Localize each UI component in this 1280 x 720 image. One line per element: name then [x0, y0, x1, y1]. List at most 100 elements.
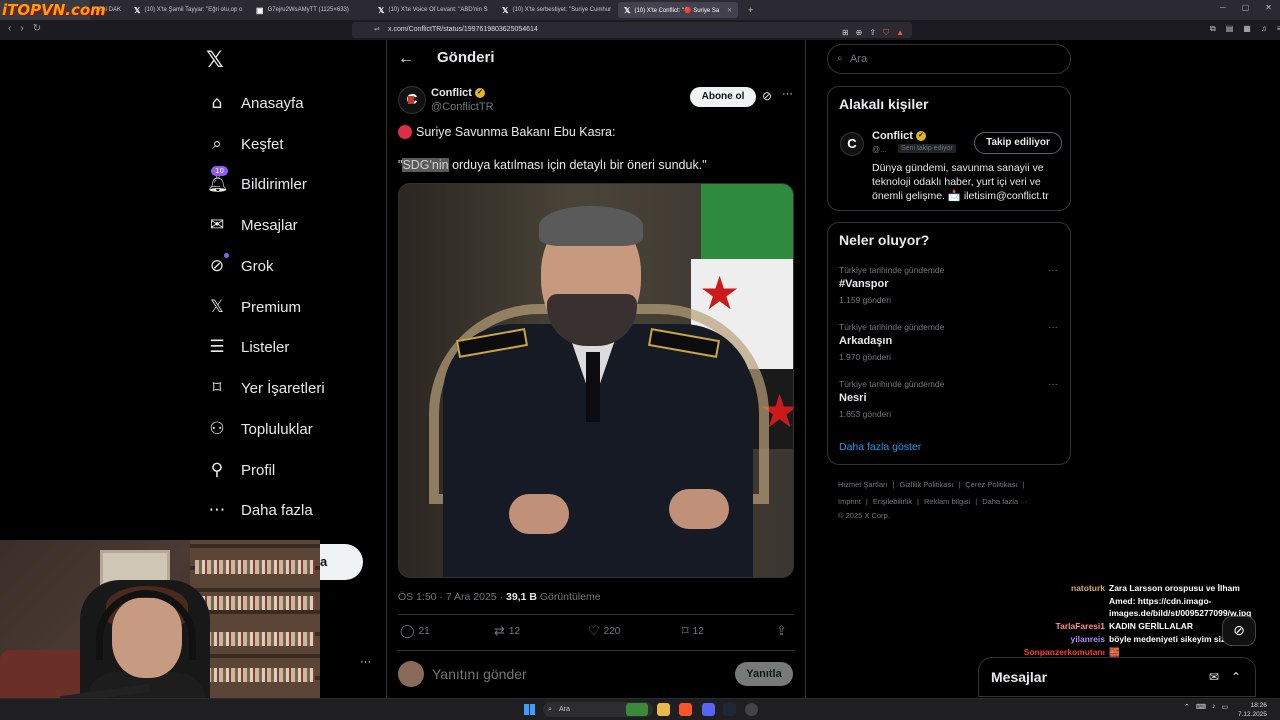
sidebar-item[interactable]: ⌂ Anasayfa: [207, 91, 304, 115]
media-icon[interactable]: ♫: [1261, 24, 1267, 34]
browser-tab[interactable]: 𝕏 (10) X'te Voice Of Levant: "ABD'nin S: [372, 2, 492, 18]
zoom-icon[interactable]: ⊕: [856, 25, 863, 41]
sidebar-item[interactable]: ⊘ Grok: [207, 253, 274, 278]
network-icon[interactable]: ⌨: [1196, 703, 1206, 711]
forward-icon[interactable]: ›: [20, 23, 23, 34]
sidebar-item[interactable]: ⚲ Profil: [207, 458, 275, 482]
file-explorer-icon[interactable]: [657, 703, 670, 716]
like-count: 220: [603, 626, 621, 637]
sidebar-item[interactable]: ⚇ Topluluklar: [207, 417, 312, 441]
tab-close-icon[interactable]: ✕: [727, 7, 732, 14]
translate-icon[interactable]: ⊞: [842, 25, 849, 41]
reload-icon[interactable]: ↻: [33, 23, 41, 34]
search-icon: ⌕: [212, 134, 222, 154]
battery-icon[interactable]: ▭: [1221, 703, 1228, 711]
share-icon[interactable]: ⇪: [869, 25, 876, 41]
repost-icon: ⇄: [494, 624, 505, 639]
reply-button[interactable]: Yanıtla: [735, 662, 793, 686]
sidebar-item[interactable]: ⌕ Keşfet: [207, 132, 283, 156]
reply-action[interactable]: ◯ 21: [400, 624, 430, 639]
author-name[interactable]: Conflict ✓: [431, 87, 485, 99]
sidebar-item[interactable]: ⌑ Yer İşaretleri: [207, 376, 325, 400]
taskbar-clock[interactable]: 18:26 7.12.2025: [1238, 701, 1267, 719]
new-message-icon[interactable]: ✉: [1209, 670, 1219, 684]
brave-browser-icon[interactable]: [679, 703, 692, 716]
sidebar-icon[interactable]: ▤: [1226, 24, 1234, 34]
obs-icon[interactable]: [745, 703, 758, 716]
minimize-icon[interactable]: ─: [1220, 3, 1226, 12]
grok-floating-icon[interactable]: ⊘: [1222, 616, 1256, 646]
volume-icon[interactable]: ♪: [1212, 703, 1216, 711]
trend-name[interactable]: #Vanspor: [839, 278, 889, 290]
windows-start-icon[interactable]: [524, 704, 535, 715]
footer-link[interactable]: Hizmet Şartları: [838, 480, 888, 489]
trend-more-icon[interactable]: ···: [1048, 265, 1058, 276]
brave-rewards-icon[interactable]: ▲: [896, 25, 904, 41]
footer-separator: |: [975, 497, 978, 506]
related-bio: Dünya gündemi, savunma sanayii ve teknol…: [872, 162, 1049, 202]
trend-more-icon[interactable]: ···: [1048, 322, 1058, 333]
messages-drawer[interactable]: Mesajlar ✉ ⌃: [978, 657, 1256, 697]
search-input[interactable]: ⌕ Ara: [827, 44, 1071, 74]
sidebar-item[interactable]: 🔔︎ 10 Bildirimler: [207, 166, 307, 196]
footer-link[interactable]: Reklam bilgisi: [924, 497, 970, 506]
footer-link[interactable]: Çerez Politikası: [965, 480, 1017, 489]
expand-icon[interactable]: ⌃: [1231, 670, 1241, 684]
close-window-icon[interactable]: ✕: [1265, 3, 1272, 12]
extensions-icon[interactable]: ⧉: [1210, 24, 1216, 34]
repost-action[interactable]: ⇄ 12: [494, 624, 520, 639]
author-handle[interactable]: @ConflictTR: [431, 101, 494, 113]
user-avatar[interactable]: [398, 661, 424, 687]
chat-message: böyle medeniyeti sikeyim sizin: [1109, 634, 1233, 644]
footer-link[interactable]: Daha fazla ···: [982, 497, 1027, 506]
sidebar-item[interactable]: 𝕏 Premium: [207, 295, 301, 319]
sidebar-item[interactable]: ✉ Mesajlar: [207, 213, 298, 237]
trend-more-icon[interactable]: ···: [1048, 379, 1058, 390]
browser-tab[interactable]: ▣ G7ejru2WsAMyTT (1125×633): [250, 2, 368, 18]
sidebar-item[interactable]: ☰ Listeler: [207, 335, 289, 359]
related-name[interactable]: Conflict ✓: [872, 130, 926, 142]
share-action[interactable]: ⇪: [776, 624, 787, 639]
site-info-icon[interactable]: ⇌: [374, 22, 380, 38]
post-button[interactable]: a: [320, 544, 363, 580]
maximize-icon[interactable]: ▢: [1242, 3, 1250, 12]
url-bar[interactable]: ⇌ x.com/ConflictTR/status/19976198036250…: [352, 22, 912, 38]
sidebar-item[interactable]: ⋯ Daha fazla: [207, 498, 313, 522]
author-avatar[interactable]: C: [398, 86, 426, 114]
footer-link[interactable]: Erişilebilirlik: [873, 497, 912, 506]
account-more-icon[interactable]: ···: [360, 656, 371, 668]
back-arrow-icon[interactable]: ←: [398, 50, 414, 68]
tweet-photo[interactable]: ★ ★: [398, 183, 794, 578]
wallet-icon[interactable]: ▦: [1243, 24, 1251, 34]
more-icon: ⋯: [208, 500, 226, 520]
following-button[interactable]: Takip ediliyor: [974, 132, 1062, 154]
back-icon[interactable]: ‹: [8, 23, 11, 34]
discord-icon[interactable]: [702, 703, 715, 716]
footer-link[interactable]: Gizlilik Politikası: [900, 480, 954, 489]
browser-tab[interactable]: 𝕏 (10) X'te Şamil Tayyar: "Eğri otu,op o: [128, 2, 246, 18]
reply-input[interactable]: Yanıtını gönder: [432, 666, 527, 682]
browser-tab[interactable]: 𝕏 (10) X'te serbestiyet: "Suriye Cumhur: [496, 2, 614, 18]
browser-toolbar-right: ⧉ ▤ ▦ ♫ ≡: [1210, 24, 1280, 34]
subscribe-button[interactable]: Abone ol: [690, 87, 756, 107]
related-avatar[interactable]: C: [840, 132, 864, 156]
trend-name[interactable]: Arkadaşın: [839, 335, 892, 347]
grok-explain-icon[interactable]: ⊘: [762, 89, 772, 103]
like-action[interactable]: ♡ 220: [588, 624, 620, 639]
tweet-timestamp[interactable]: ÖS 1:50 · 7 Ara 2025 ·: [398, 591, 506, 603]
steam-icon[interactable]: [723, 703, 736, 716]
brave-shield-icon[interactable]: ⛉: [883, 25, 889, 41]
footer-link[interactable]: Imprint: [838, 497, 861, 506]
browser-tab-active[interactable]: 𝕏 (10) X'te Conflict: "🔴 Suriye Sa ✕: [618, 2, 738, 18]
widget-icon[interactable]: [626, 703, 648, 716]
card-title: Alakalı kişiler: [839, 96, 929, 112]
show-more-link[interactable]: Daha fazla göster: [839, 441, 921, 453]
more-options-icon[interactable]: ···: [782, 88, 793, 100]
page-title: Gönderi: [437, 49, 495, 66]
trends-card: Neler oluyor? Türkiye tarihinde gündemde…: [827, 222, 1071, 465]
new-tab-button[interactable]: +: [742, 2, 756, 18]
bookmark-action[interactable]: ⌑ 12: [682, 624, 704, 639]
x-logo-icon[interactable]: 𝕏: [206, 48, 224, 73]
tray-chevron-icon[interactable]: ⌃: [1184, 703, 1190, 711]
trend-name[interactable]: Nesri: [839, 392, 867, 404]
